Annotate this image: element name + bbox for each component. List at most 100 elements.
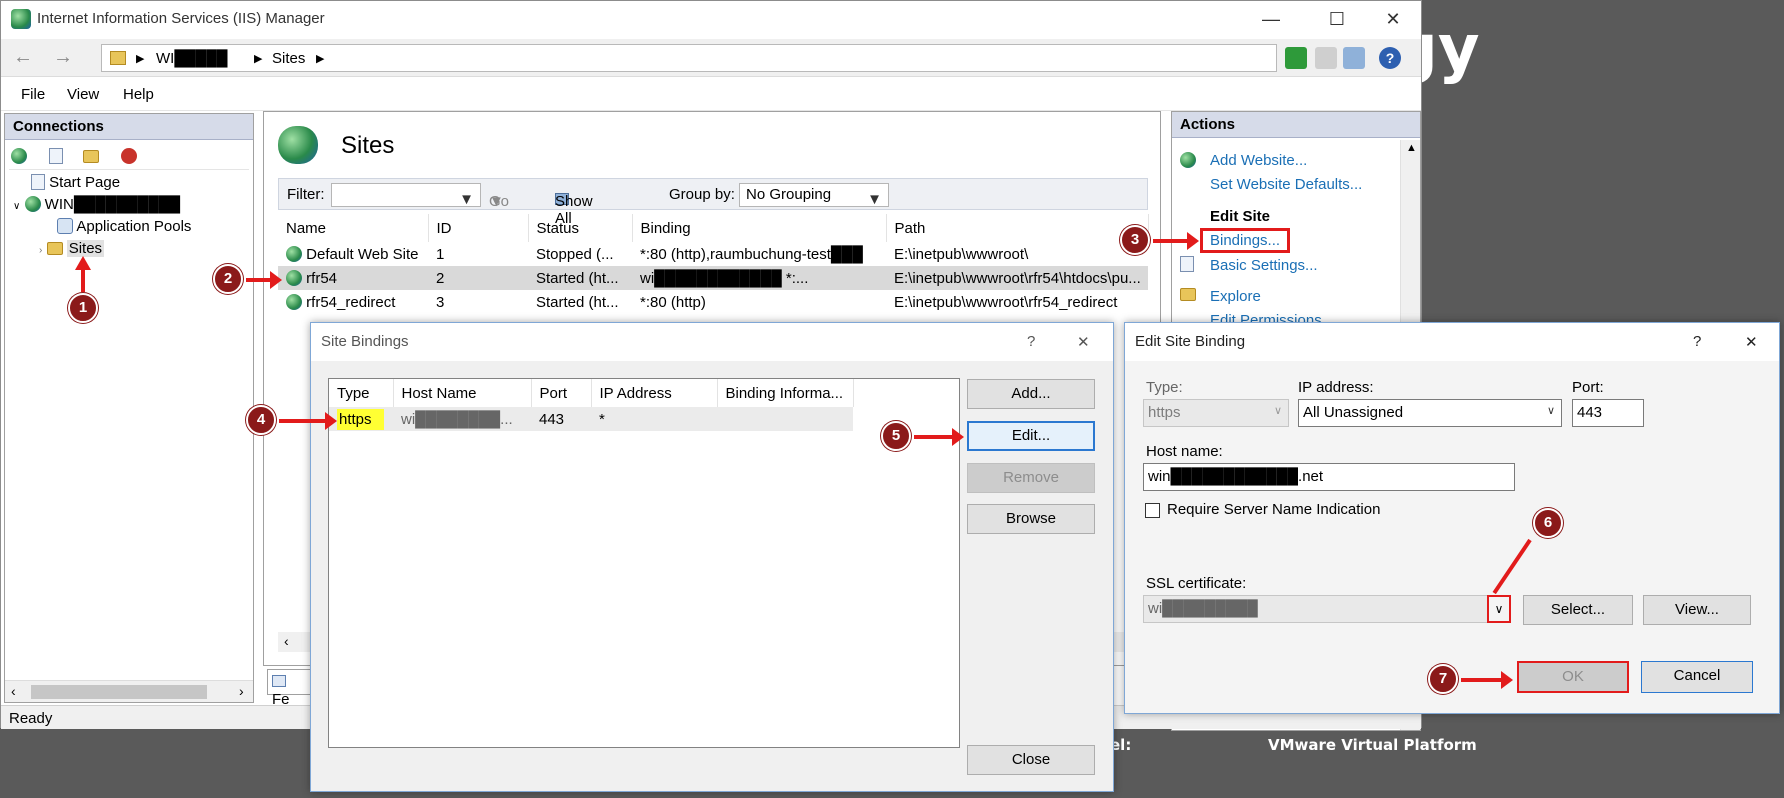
horizontal-scrollbar[interactable]: ‹ › [5, 680, 253, 702]
col-type[interactable]: Type [329, 379, 394, 407]
menu-file[interactable]: File [21, 86, 45, 103]
chevron-down-icon[interactable]: ∨ [1274, 404, 1282, 417]
browse-button[interactable]: Browse [967, 504, 1095, 534]
col-ip-address[interactable]: IP Address [591, 379, 718, 407]
forward-arrow-icon[interactable]: → [49, 47, 77, 69]
background-vm-platform: VMware Virtual Platform [1268, 736, 1477, 754]
window-title: Internet Information Services (IIS) Mana… [37, 10, 325, 27]
port-label: Port: [1572, 379, 1604, 396]
type-label: Type: [1146, 379, 1183, 396]
binding-type: https [337, 408, 384, 430]
connect-icon[interactable] [11, 148, 27, 164]
close-icon[interactable]: ✕ [1745, 333, 1758, 351]
chevron-down-icon[interactable]: ∨ [13, 201, 20, 212]
breadcrumb-sites[interactable]: Sites [272, 50, 305, 67]
stop-icon[interactable] [1315, 47, 1337, 69]
chevron-down-icon[interactable]: ▼ [459, 191, 474, 208]
basic-settings-link[interactable]: Basic Settings... [1210, 257, 1318, 274]
table-row[interactable]: https wi████████... 443 * [329, 407, 853, 431]
sni-label: Require Server Name Indication [1167, 501, 1381, 518]
site-icon [286, 245, 302, 262]
refresh-icon[interactable] [1285, 47, 1307, 69]
explore-link[interactable]: Explore [1210, 288, 1261, 305]
col-binding-info[interactable]: Binding Informa... [717, 379, 854, 407]
view-certificate-button[interactable]: View... [1643, 595, 1751, 625]
site-id: 3 [436, 293, 445, 311]
bindings-table: Type Host Name Port IP Address Binding I… [329, 379, 854, 431]
chevron-down-icon[interactable]: ∨ [1547, 404, 1555, 417]
chevron-right-icon[interactable]: ▶ [136, 52, 144, 65]
ok-button[interactable]: OK [1517, 661, 1629, 693]
select-certificate-button[interactable]: Select... [1523, 595, 1633, 625]
tree-server[interactable]: ∨ WIN██████████ [13, 194, 180, 216]
port-field[interactable]: 443 [1572, 399, 1644, 427]
dialog-title: Site Bindings [321, 333, 409, 350]
chevron-right-icon[interactable]: ▶ [254, 52, 262, 65]
up-folder-icon[interactable] [83, 150, 99, 163]
col-host-name[interactable]: Host Name [393, 379, 532, 407]
add-website-link[interactable]: Add Website... [1210, 152, 1307, 169]
features-view-tab[interactable]: Fe [267, 669, 311, 708]
table-row[interactable]: Default Web Site 1 Stopped (... *:80 (ht… [278, 242, 1148, 266]
help-icon[interactable]: ? [1693, 333, 1701, 350]
chevron-right-icon[interactable]: › [39, 245, 42, 256]
col-status[interactable]: Status [528, 214, 633, 242]
annotation-arrow-2 [246, 271, 282, 289]
save-icon[interactable] [49, 148, 63, 164]
scroll-right-icon[interactable]: › [239, 683, 244, 699]
site-binding: *:80 (http) [640, 293, 706, 311]
set-website-defaults-link[interactable]: Set Website Defaults... [1210, 176, 1362, 193]
col-binding[interactable]: Binding [632, 214, 887, 242]
cancel-button[interactable]: Cancel [1641, 661, 1753, 693]
col-port[interactable]: Port [531, 379, 592, 407]
col-name[interactable]: Name [278, 214, 429, 242]
chevron-right-icon[interactable]: ▶ [316, 52, 324, 65]
minimize-icon[interactable]: — [1251, 5, 1291, 33]
annotation-arrow-7 [1461, 671, 1513, 689]
breadcrumb[interactable]: ▶ WI█████ ▶ Sites ▶ [101, 44, 1277, 72]
close-button[interactable]: Close [967, 745, 1095, 775]
site-name: rfr54_redirect [306, 293, 396, 311]
maximize-icon[interactable]: ☐ [1317, 5, 1357, 33]
connections-panel: Connections Start Page ∨ WIN██████████ A… [4, 113, 254, 703]
menu-help[interactable]: Help [123, 86, 154, 103]
close-icon[interactable]: ✕ [1373, 5, 1413, 33]
dialog-title: Edit Site Binding [1135, 333, 1246, 350]
sni-checkbox[interactable] [1145, 503, 1160, 518]
annotation-arrow-1 [81, 268, 85, 292]
table-row[interactable]: rfr54_redirect 3 Started (ht... *:80 (ht… [278, 290, 1148, 314]
edit-permissions-link[interactable]: Edit Permissions... [1210, 312, 1334, 322]
col-id[interactable]: ID [428, 214, 529, 242]
tree-label: Application Pools [76, 218, 192, 235]
scroll-left-icon[interactable]: ‹ [11, 683, 16, 699]
add-button[interactable]: Add... [967, 379, 1095, 409]
menu-view[interactable]: View [67, 86, 99, 103]
table-row[interactable]: rfr54 2 Started (ht... wi████████████ *:… [278, 266, 1148, 290]
breadcrumb-server[interactable]: WI█████ [156, 50, 227, 67]
scroll-up-icon[interactable]: ▲ [1406, 142, 1417, 154]
edit-button[interactable]: Edit... [967, 421, 1095, 451]
close-icon[interactable]: ✕ [1077, 333, 1090, 351]
help-icon[interactable]: ? [1379, 47, 1401, 69]
tree-start-page[interactable]: Start Page [31, 172, 120, 194]
tree-application-pools[interactable]: Application Pools [57, 216, 191, 238]
sites-folder-icon [46, 242, 63, 255]
filter-input[interactable]: ▼ [331, 183, 481, 208]
help-icon[interactable]: ? [1027, 333, 1035, 350]
scroll-thumb[interactable] [31, 685, 207, 699]
group-by-select[interactable]: No Grouping ▼ [739, 183, 889, 208]
remove-button[interactable]: Remove [967, 463, 1095, 493]
tree-sites[interactable]: › Sites [39, 238, 105, 260]
host-name-field[interactable]: win████████████.net [1143, 463, 1515, 491]
chevron-down-icon[interactable]: ▼ [867, 191, 882, 208]
col-path[interactable]: Path [886, 214, 1149, 242]
type-select[interactable]: https ∨ [1143, 399, 1289, 427]
disconnect-icon[interactable] [121, 148, 137, 164]
ssl-certificate-select[interactable]: wi█████████ [1143, 595, 1511, 623]
scroll-left-icon[interactable]: ‹ [284, 633, 289, 649]
site-status: Started (ht... [536, 293, 619, 311]
ip-address-select[interactable]: All Unassigned ∨ [1298, 399, 1562, 427]
ssl-dropdown-button[interactable]: ∨ [1487, 595, 1511, 623]
home-icon[interactable] [1343, 47, 1365, 69]
back-arrow-icon[interactable]: ← [9, 47, 37, 69]
